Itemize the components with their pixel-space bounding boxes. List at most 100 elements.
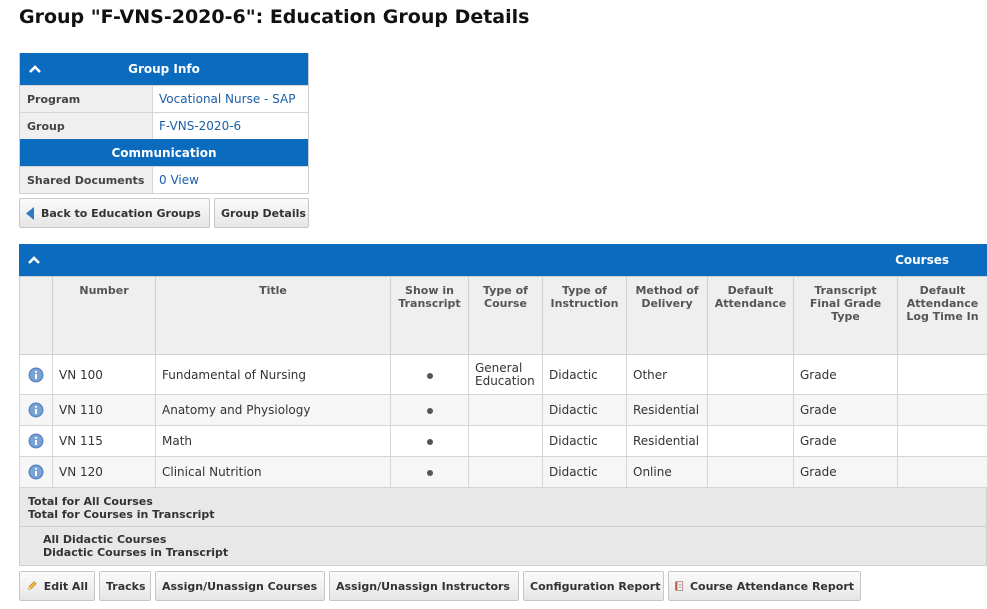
course-attendance-report-label: Course Attendance Report bbox=[689, 579, 854, 593]
group-link[interactable]: F-VNS-2020-6 bbox=[153, 113, 308, 139]
type-of-instruction: Didactic bbox=[542, 354, 627, 395]
info-icon[interactable] bbox=[28, 433, 44, 449]
assign-courses-label: Assign/Unassign Courses bbox=[162, 579, 318, 593]
program-row: Program Vocational Nurse - SAP bbox=[20, 85, 308, 112]
edit-all-button[interactable]: Edit All bbox=[19, 571, 95, 601]
info-icon[interactable] bbox=[28, 464, 44, 480]
type-of-course: General Education bbox=[468, 354, 543, 395]
col-type-of-course: Type of Course bbox=[468, 276, 543, 355]
attendance-log-time-in bbox=[897, 425, 987, 457]
all-didactic-courses: All Didactic Courses bbox=[43, 533, 167, 546]
course-number: VN 110 bbox=[52, 394, 156, 426]
grade-type: Grade bbox=[793, 394, 898, 426]
group-details-button[interactable]: Group Details bbox=[214, 198, 309, 228]
default-attendance bbox=[707, 354, 794, 395]
edit-all-label: Edit All bbox=[43, 579, 88, 593]
totals-row: Total for All Courses Total for Courses … bbox=[19, 488, 987, 527]
method-of-delivery: Other bbox=[626, 354, 708, 395]
type-of-course bbox=[468, 456, 543, 488]
course-number: VN 100 bbox=[52, 354, 156, 395]
type-of-course bbox=[468, 394, 543, 426]
course-number: VN 115 bbox=[52, 425, 156, 457]
group-info-title: Group Info bbox=[128, 62, 200, 76]
table-row: VN 120 Clinical Nutrition Didactic Onlin… bbox=[19, 456, 987, 488]
program-link[interactable]: Vocational Nurse - SAP bbox=[153, 86, 308, 112]
default-attendance bbox=[707, 394, 794, 426]
total-all-courses: Total for All Courses bbox=[28, 495, 153, 508]
table-row: VN 110 Anatomy and Physiology Didactic R… bbox=[19, 394, 987, 426]
method-of-delivery: Online bbox=[626, 456, 708, 488]
col-attendance-log-time-in: Default Attendance Log Time In bbox=[897, 276, 987, 355]
course-title: Clinical Nutrition bbox=[155, 456, 391, 488]
table-row: VN 115 Math Didactic Residential Grade bbox=[19, 425, 987, 457]
page-title: Group "F-VNS-2020-6": Education Group De… bbox=[19, 6, 530, 28]
col-final-grade-type: Transcript Final Grade Type bbox=[793, 276, 898, 355]
shared-documents-row: Shared Documents 0 View bbox=[20, 166, 308, 193]
shared-documents-label: Shared Documents bbox=[20, 167, 153, 193]
col-method-of-delivery: Method of Delivery bbox=[626, 276, 708, 355]
grade-type: Grade bbox=[793, 456, 898, 488]
grade-type: Grade bbox=[793, 354, 898, 395]
chevron-up-icon[interactable] bbox=[28, 64, 42, 74]
attendance-log-time-in bbox=[897, 456, 987, 488]
group-info-panel: Group Info Program Vocational Nurse - SA… bbox=[19, 53, 309, 194]
report-icon bbox=[675, 581, 684, 591]
courses-panel: Courses Number Title Show in Transcript … bbox=[19, 244, 987, 566]
total-transcript-courses: Total for Courses in Transcript bbox=[28, 508, 215, 521]
course-title: Math bbox=[155, 425, 391, 457]
default-attendance bbox=[707, 425, 794, 457]
col-default-attendance: Default Attendance bbox=[707, 276, 794, 355]
info-icon[interactable] bbox=[28, 402, 44, 418]
transcript-dot bbox=[426, 439, 433, 445]
group-info-header[interactable]: Group Info bbox=[20, 53, 308, 85]
configuration-report-button[interactable]: Configuration Report bbox=[523, 571, 664, 601]
back-to-education-groups-button[interactable]: Back to Education Groups bbox=[19, 198, 210, 228]
arrow-left-icon bbox=[26, 206, 34, 220]
assign-instructors-button[interactable]: Assign/Unassign Instructors bbox=[329, 571, 519, 601]
transcript-dot bbox=[426, 408, 433, 414]
chevron-up-icon[interactable] bbox=[27, 255, 41, 265]
method-of-delivery: Residential bbox=[626, 425, 708, 457]
course-title: Fundamental of Nursing bbox=[155, 354, 391, 395]
col-number: Number bbox=[52, 276, 156, 355]
communication-header: Communication bbox=[20, 139, 308, 166]
grade-type: Grade bbox=[793, 425, 898, 457]
transcript-dot bbox=[426, 372, 433, 379]
shared-documents-link[interactable]: 0 View bbox=[153, 167, 308, 193]
col-show-in-transcript: Show in Transcript bbox=[390, 276, 469, 355]
configuration-report-label: Configuration Report bbox=[530, 579, 661, 593]
didactic-transcript-courses: Didactic Courses in Transcript bbox=[43, 546, 229, 559]
course-attendance-report-button[interactable]: Course Attendance Report bbox=[668, 571, 861, 601]
program-label: Program bbox=[20, 86, 153, 112]
assign-instructors-label: Assign/Unassign Instructors bbox=[336, 579, 510, 593]
table-row: VN 100 Fundamental of Nursing General Ed… bbox=[19, 354, 987, 395]
method-of-delivery: Residential bbox=[626, 394, 708, 426]
col-title: Title bbox=[155, 276, 391, 355]
back-button-label: Back to Education Groups bbox=[41, 206, 201, 220]
courses-table: Number Title Show in Transcript Type of … bbox=[19, 276, 987, 488]
default-attendance bbox=[707, 456, 794, 488]
type-of-instruction: Didactic bbox=[542, 425, 627, 457]
type-of-course bbox=[468, 425, 543, 457]
type-of-instruction: Didactic bbox=[542, 456, 627, 488]
pencil-icon bbox=[27, 581, 37, 591]
col-type-of-instruction: Type of Instruction bbox=[542, 276, 627, 355]
didactic-totals-row: All Didactic Courses Didactic Courses in… bbox=[19, 527, 987, 566]
table-header-row: Number Title Show in Transcript Type of … bbox=[19, 276, 987, 355]
transcript-dot bbox=[426, 470, 433, 476]
assign-courses-button[interactable]: Assign/Unassign Courses bbox=[155, 571, 325, 601]
type-of-instruction: Didactic bbox=[542, 394, 627, 426]
tracks-label: Tracks bbox=[106, 579, 146, 593]
attendance-log-time-in bbox=[897, 354, 987, 395]
tracks-button[interactable]: Tracks bbox=[99, 571, 151, 601]
info-icon[interactable] bbox=[28, 367, 44, 383]
course-number: VN 120 bbox=[52, 456, 156, 488]
group-row: Group F-VNS-2020-6 bbox=[20, 112, 308, 139]
group-label: Group bbox=[20, 113, 153, 139]
group-details-label: Group Details bbox=[221, 206, 306, 220]
courses-header[interactable]: Courses bbox=[19, 244, 987, 276]
attendance-log-time-in bbox=[897, 394, 987, 426]
course-title: Anatomy and Physiology bbox=[155, 394, 391, 426]
col-icon bbox=[19, 276, 53, 355]
courses-title: Courses bbox=[895, 253, 949, 267]
